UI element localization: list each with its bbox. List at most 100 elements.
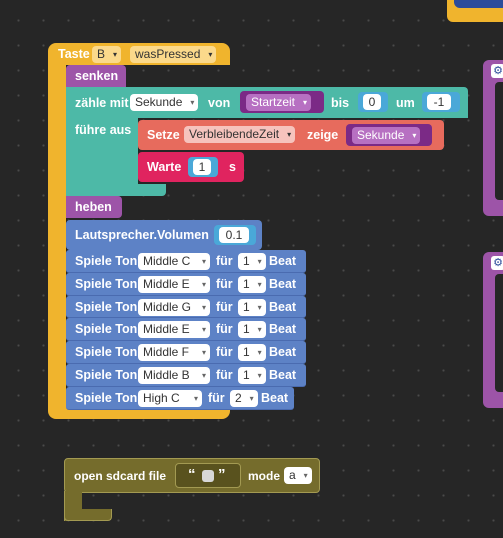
set-text-block[interactable]: Setze VerbleibendeZeit ▾ zeige Sekunde ▾ <box>138 120 444 150</box>
speaker-volume-block[interactable]: Lautsprecher.Volumen 0.1 <box>66 220 262 250</box>
start-time-variable-block[interactable]: Startzeit ▾ <box>240 91 324 113</box>
loop-footer <box>66 184 166 196</box>
volume-number-block[interactable]: 0.1 <box>214 225 256 245</box>
event-type-dropdown[interactable]: wasPressed ▾ <box>130 46 217 63</box>
chevron-down-icon: ▾ <box>113 50 118 59</box>
chevron-down-icon: ▾ <box>257 257 262 266</box>
beat-unit-label: Beat <box>269 254 297 268</box>
button-select-dropdown[interactable]: B ▾ <box>92 46 122 63</box>
chevron-down-icon: ▾ <box>412 131 417 140</box>
set-target-dropdown[interactable]: VerbleibendeZeit ▾ <box>184 126 296 143</box>
chevron-down-icon: ▾ <box>190 98 195 107</box>
mode-label: mode <box>248 469 281 483</box>
beats-dropdown[interactable]: 1 ▾ <box>238 275 266 293</box>
chevron-down-icon: ▾ <box>201 348 206 358</box>
partial-event-block-top[interactable] <box>447 0 503 22</box>
play-tone-block[interactable]: Spiele Ton Middle B ▾ für 1 ▾ Beat <box>66 364 306 387</box>
play-tone-label: Spiele Ton <box>75 322 138 337</box>
wait-number-input[interactable]: 1 <box>193 159 211 175</box>
chevron-down-icon: ▾ <box>257 325 262 335</box>
volume-number-input[interactable]: 0.1 <box>219 227 249 243</box>
loop-do-label: führe aus <box>75 123 132 137</box>
step-number-block[interactable]: -1 <box>422 92 460 112</box>
play-tone-label: Spiele Ton <box>75 345 138 360</box>
step-number-input[interactable]: -1 <box>427 94 451 110</box>
to-number-block[interactable]: 0 <box>358 92 388 112</box>
chevron-down-icon: ▾ <box>287 130 292 139</box>
play-tone-block[interactable]: Spiele Ton Middle G ▾ für 1 ▾ Beat <box>66 295 306 319</box>
note-dropdown[interactable]: Middle E ▾ <box>138 275 210 293</box>
beat-unit-label: Beat <box>261 390 289 405</box>
partial-procedure-block-2[interactable]: ⚙ <box>483 252 503 408</box>
pen-up-label: heben <box>75 200 112 214</box>
filename-text-block[interactable]: “ ” <box>175 463 241 488</box>
partial-procedure-block-1[interactable]: ⚙ <box>483 60 503 216</box>
event-prefix-label: Taste <box>58 47 90 61</box>
play-tone-label: Spiele Ton <box>75 390 138 405</box>
play-tone-label: Spiele Ton <box>75 276 138 291</box>
chevron-down-icon: ▾ <box>193 393 198 403</box>
open-sdcard-label: open sdcard file <box>74 469 167 483</box>
note-dropdown[interactable]: Middle C ▾ <box>138 253 210 270</box>
for-label: für <box>216 276 233 291</box>
filename-input[interactable] <box>202 470 214 482</box>
loop-variable-dropdown[interactable]: Sekunde ▾ <box>130 94 199 111</box>
chevron-down-icon: ▾ <box>257 279 262 289</box>
pen-down-block[interactable]: senken <box>66 65 126 87</box>
beats-dropdown[interactable]: 1 ▾ <box>238 367 266 384</box>
gear-icon[interactable]: ⚙ <box>491 64 503 78</box>
beats-dropdown[interactable]: 1 ▾ <box>238 344 266 362</box>
quote-close-icon: ” <box>218 466 226 483</box>
wait-number-block[interactable]: 1 <box>188 157 218 177</box>
wait-unit-label: s <box>229 160 236 174</box>
loop-step-label: um <box>396 96 415 110</box>
note-dropdown[interactable]: Middle F ▾ <box>138 344 210 362</box>
loop-to-label: bis <box>331 96 350 110</box>
play-tone-block[interactable]: Spiele Ton Middle C ▾ für 1 ▾ Beat <box>66 250 306 273</box>
set-text-label: Setze <box>147 128 180 142</box>
for-label: für <box>216 299 233 314</box>
sdcard-block-footer <box>64 509 112 521</box>
for-label: für <box>216 322 233 337</box>
chevron-down-icon: ▾ <box>257 348 262 358</box>
play-tone-label: Spiele Ton <box>75 299 138 314</box>
chevron-down-icon: ▾ <box>257 302 262 312</box>
for-label: für <box>216 368 233 382</box>
beat-unit-label: Beat <box>269 322 297 337</box>
beats-dropdown[interactable]: 1 ▾ <box>238 253 266 270</box>
for-label: für <box>216 254 233 268</box>
play-tone-block[interactable]: Spiele Ton Middle F ▾ für 1 ▾ Beat <box>66 341 306 364</box>
note-dropdown[interactable]: High C ▾ <box>138 389 202 407</box>
wait-label: Warte <box>147 160 182 174</box>
start-time-dropdown[interactable]: Startzeit ▾ <box>246 94 312 111</box>
mode-dropdown[interactable]: a ▾ <box>284 467 312 484</box>
loop-from-label: von <box>208 96 231 110</box>
pen-up-block[interactable]: heben <box>66 196 122 218</box>
button-event-block[interactable]: Taste B ▾ wasPressed ▾ <box>48 43 230 65</box>
open-sdcard-file-block[interactable]: open sdcard file “ ” mode a ▾ <box>64 458 320 493</box>
pen-down-label: senken <box>75 69 119 83</box>
chevron-down-icon: ▾ <box>249 393 254 403</box>
wait-block[interactable]: Warte 1 s <box>138 152 244 182</box>
play-tone-block[interactable]: Spiele Ton Middle E ▾ für 1 ▾ Beat <box>66 318 306 342</box>
beats-dropdown[interactable]: 1 ▾ <box>238 321 266 339</box>
play-tone-label: Spiele Ton <box>75 254 138 268</box>
to-number-input[interactable]: 0 <box>363 94 381 110</box>
beats-dropdown[interactable]: 1 ▾ <box>238 298 266 316</box>
chevron-down-icon: ▾ <box>257 371 262 380</box>
note-dropdown[interactable]: Middle E ▾ <box>138 321 210 339</box>
for-label: für <box>216 345 233 360</box>
loop-label: zähle mit <box>75 96 129 110</box>
chevron-down-icon: ▾ <box>208 50 213 59</box>
gear-icon[interactable]: ⚙ <box>491 256 503 270</box>
count-loop-block[interactable]: zähle mit Sekunde ▾ von Startzeit ▾ bis 0 … <box>66 87 468 118</box>
play-tone-block[interactable]: Spiele Ton High C ▾ für 2 ▾ Beat <box>66 386 294 410</box>
set-show-label: zeige <box>307 128 339 142</box>
note-dropdown[interactable]: Middle B ▾ <box>138 367 210 384</box>
seconds-variable-dropdown[interactable]: Sekunde ▾ <box>352 127 421 144</box>
play-tone-block[interactable]: Spiele Ton Middle E ▾ für 1 ▾ Beat <box>66 272 306 296</box>
note-dropdown[interactable]: Middle G ▾ <box>138 298 210 316</box>
seconds-variable-block[interactable]: Sekunde ▾ <box>346 124 432 146</box>
chevron-down-icon: ▾ <box>201 325 206 335</box>
beats-dropdown[interactable]: 2 ▾ <box>230 389 258 407</box>
